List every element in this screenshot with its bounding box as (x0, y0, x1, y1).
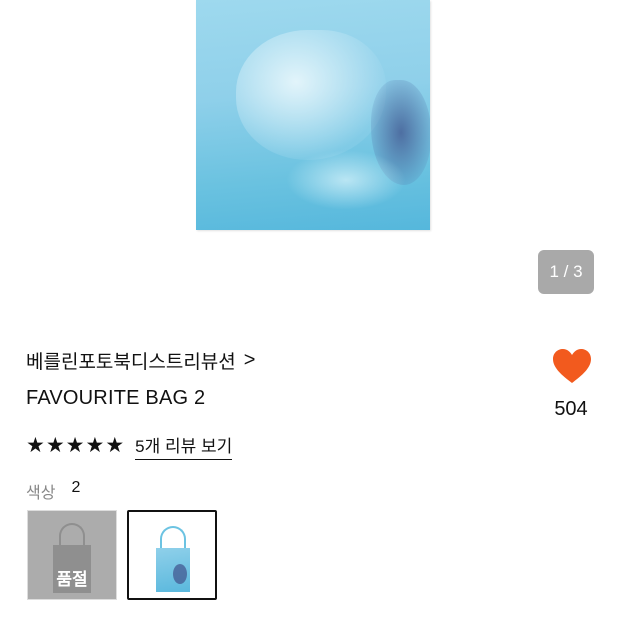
star-icon: ★ (26, 434, 45, 457)
star-rating: ★ ★ ★ ★ ★ (26, 434, 125, 458)
rating-row: ★ ★ ★ ★ ★ 5개 리뷰 보기 (26, 432, 233, 460)
image-highlight (236, 30, 386, 160)
sold-out-badge: 품절 (56, 570, 88, 589)
image-pager-indicator: 1 / 3 (538, 250, 594, 294)
color-option-header: 색상 2 (26, 479, 80, 503)
product-title: FAVOURITE BAG 2 (26, 387, 206, 409)
like-count: 504 (554, 398, 588, 420)
star-icon: ★ (65, 434, 85, 457)
star-icon: ★ (105, 434, 125, 457)
star-icon: ★ (45, 434, 65, 457)
heart-icon (553, 349, 591, 383)
color-swatch-sold-out[interactable]: 품절 (27, 510, 117, 600)
color-label: 색상 (26, 485, 56, 502)
chevron-right-icon: > (243, 349, 256, 371)
image-highlight-lower (286, 150, 406, 210)
product-image-gallery[interactable]: 1 / 3 (0, 0, 620, 310)
view-reviews-link[interactable]: 5개 리뷰 보기 (135, 432, 233, 460)
brand-name: 베를린포토북디스트리뷰션 (26, 352, 236, 373)
star-icon: ★ (85, 434, 105, 457)
brand-link[interactable]: 베를린포토북디스트리뷰션 > (26, 347, 255, 374)
product-image[interactable] (196, 0, 430, 230)
color-count: 2 (71, 479, 81, 496)
like-button[interactable] (548, 348, 596, 385)
color-swatch-selected[interactable] (127, 510, 217, 600)
bag-thumbnail (156, 548, 190, 592)
